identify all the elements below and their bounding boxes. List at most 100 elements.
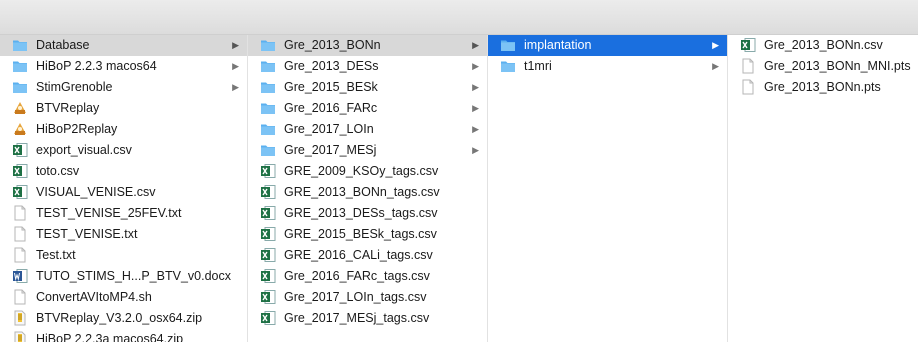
item-label: Database (36, 38, 90, 52)
item-label: Gre_2013_BONn.pts (764, 80, 881, 94)
list-item-hibop-2-2-3a-macos64-zip[interactable]: HiBoP 2.2.3a macos64.zip (0, 329, 247, 342)
excel-file-icon (260, 268, 276, 284)
folder-icon (260, 121, 276, 137)
item-label: GRE_2015_BESk_tags.csv (284, 227, 437, 241)
excel-file-icon (260, 247, 276, 263)
list-item-gre-2013-dess[interactable]: Gre_2013_DESs ▶ (248, 56, 487, 77)
text-file-icon (12, 289, 28, 305)
list-item-gre-2016-farc[interactable]: Gre_2016_FARc ▶ (248, 98, 487, 119)
folder-icon (500, 58, 516, 74)
list-item-gre-2013-bonn-tags-csv[interactable]: GRE_2013_BONn_tags.csv (248, 182, 487, 203)
list-item-gre-2017-loin[interactable]: Gre_2017_LOIn ▶ (248, 119, 487, 140)
list-item-gre-2009-ksoy-tags-csv[interactable]: GRE_2009_KSOy_tags.csv (248, 161, 487, 182)
list-item-gre-2013-bonn[interactable]: Gre_2013_BONn ▶ (248, 35, 487, 56)
list-item-gre-2015-besk-tags-csv[interactable]: GRE_2015_BESk_tags.csv (248, 224, 487, 245)
list-item-test-txt[interactable]: Test.txt (0, 245, 247, 266)
list-item-test-venise-txt[interactable]: TEST_VENISE.txt (0, 224, 247, 245)
list-item-gre-2015-besk[interactable]: Gre_2015_BESk ▶ (248, 77, 487, 98)
excel-file-icon (12, 184, 28, 200)
column-browser: Database ▶ HiBoP 2.2.3 macos64 ▶ StimGrenobl… (0, 35, 918, 342)
folder-icon (260, 100, 276, 116)
item-label: Gre_2013_DESs (284, 59, 379, 73)
folder-icon (260, 37, 276, 53)
chevron-right-icon: ▶ (712, 40, 719, 50)
list-item-implantation[interactable]: implantation ▶ (488, 35, 727, 56)
list-item-hibop2replay[interactable]: HiBoP2Replay (0, 119, 247, 140)
item-label: StimGrenoble (36, 80, 113, 94)
list-item-gre-2017-mesj-tags-csv[interactable]: Gre_2017_MESj_tags.csv (248, 308, 487, 329)
list-item-visual-venise-csv[interactable]: VISUAL_VENISE.csv (0, 182, 247, 203)
item-label: implantation (524, 38, 592, 52)
excel-file-icon (260, 163, 276, 179)
text-file-icon (740, 79, 756, 95)
column-3[interactable]: implantation ▶ t1mri ▶ (488, 35, 728, 342)
list-item-gre-2013-bonn-pts[interactable]: Gre_2013_BONn.pts (728, 77, 918, 98)
chevron-right-icon: ▶ (472, 40, 479, 50)
item-label: Gre_2016_FARc (284, 101, 378, 115)
item-label: GRE_2016_CALi_tags.csv (284, 248, 433, 262)
text-file-icon (12, 226, 28, 242)
item-label: HiBoP 2.2.3 macos64 (36, 59, 157, 73)
item-label: BTVReplay_V3.2.0_osx64.zip (36, 311, 203, 325)
excel-file-icon (260, 184, 276, 200)
list-item-gre-2013-bonn-csv[interactable]: Gre_2013_BONn.csv (728, 35, 918, 56)
item-label: Gre_2013_BONn.csv (764, 38, 883, 52)
word-doc-icon (12, 268, 28, 284)
list-item-gre-2013-dess-tags-csv[interactable]: GRE_2013_DESs_tags.csv (248, 203, 487, 224)
item-label: BTVReplay (36, 101, 100, 115)
folder-icon (12, 79, 28, 95)
application-icon (12, 100, 28, 116)
list-item-gre-2016-cali-tags-csv[interactable]: GRE_2016_CALi_tags.csv (248, 245, 487, 266)
list-item-t1mri[interactable]: t1mri ▶ (488, 56, 727, 77)
excel-file-icon (260, 226, 276, 242)
item-label: toto.csv (36, 164, 80, 178)
list-item-gre-2013-bonn-mni-pts[interactable]: Gre_2013_BONn_MNI.pts (728, 56, 918, 77)
folder-icon (260, 58, 276, 74)
excel-file-icon (12, 163, 28, 179)
item-label: HiBoP 2.2.3a macos64.zip (36, 332, 184, 342)
column-2[interactable]: Gre_2013_BONn ▶ Gre_2013_DESs ▶ Gre_2015_BES… (248, 35, 488, 342)
item-label: ConvertAVItoMP4.sh (36, 290, 152, 304)
list-item-export-visual-csv[interactable]: export_visual.csv (0, 140, 247, 161)
list-item-stimgrenoble[interactable]: StimGrenoble ▶ (0, 77, 247, 98)
chevron-right-icon: ▶ (232, 40, 239, 50)
chevron-right-icon: ▶ (472, 82, 479, 92)
item-label: Gre_2015_BESk (284, 80, 378, 94)
list-item-database[interactable]: Database ▶ (0, 35, 247, 56)
text-file-icon (12, 205, 28, 221)
folder-icon (260, 142, 276, 158)
chevron-right-icon: ▶ (712, 61, 719, 71)
item-label: t1mri (524, 59, 552, 73)
item-label: TEST_VENISE_25FEV.txt (36, 206, 182, 220)
list-item-btvreplay-v3-2-0-osx64-zip[interactable]: BTVReplay_V3.2.0_osx64.zip (0, 308, 247, 329)
list-item-gre-2017-loin-tags-csv[interactable]: Gre_2017_LOIn_tags.csv (248, 287, 487, 308)
list-item-hibop-2-2-3-macos64[interactable]: HiBoP 2.2.3 macos64 ▶ (0, 56, 247, 77)
list-item-toto-csv[interactable]: toto.csv (0, 161, 247, 182)
item-label: Gre_2013_BONn_MNI.pts (764, 59, 911, 73)
excel-file-icon (260, 205, 276, 221)
item-label: GRE_2009_KSOy_tags.csv (284, 164, 439, 178)
list-item-test-venise-25fev-txt[interactable]: TEST_VENISE_25FEV.txt (0, 203, 247, 224)
list-item-btvreplay[interactable]: BTVReplay (0, 98, 247, 119)
list-item-gre-2017-mesj[interactable]: Gre_2017_MESj ▶ (248, 140, 487, 161)
chevron-right-icon: ▶ (472, 124, 479, 134)
item-label: Gre_2017_LOIn_tags.csv (284, 290, 427, 304)
list-item-convertavitomp4-sh[interactable]: ConvertAVItoMP4.sh (0, 287, 247, 308)
column-4[interactable]: Gre_2013_BONn.csv Gre_2013_BONn_MNI.pts Gr… (728, 35, 918, 342)
zip-archive-icon (12, 331, 28, 342)
item-label: GRE_2013_DESs_tags.csv (284, 206, 438, 220)
item-label: TUTO_STIMS_H...P_BTV_v0.docx (36, 269, 231, 283)
window-toolbar (0, 0, 918, 35)
list-item-tuto-stims-h-p-btv-v0-docx[interactable]: TUTO_STIMS_H...P_BTV_v0.docx (0, 266, 247, 287)
chevron-right-icon: ▶ (232, 61, 239, 71)
item-label: Gre_2017_LOIn (284, 122, 374, 136)
column-1[interactable]: Database ▶ HiBoP 2.2.3 macos64 ▶ StimGrenobl… (0, 35, 248, 342)
excel-file-icon (260, 310, 276, 326)
folder-icon (12, 37, 28, 53)
excel-file-icon (260, 289, 276, 305)
chevron-right-icon: ▶ (232, 82, 239, 92)
folder-icon (12, 58, 28, 74)
excel-file-icon (740, 37, 756, 53)
list-item-gre-2016-farc-tags-csv[interactable]: Gre_2016_FARc_tags.csv (248, 266, 487, 287)
item-label: HiBoP2Replay (36, 122, 118, 136)
